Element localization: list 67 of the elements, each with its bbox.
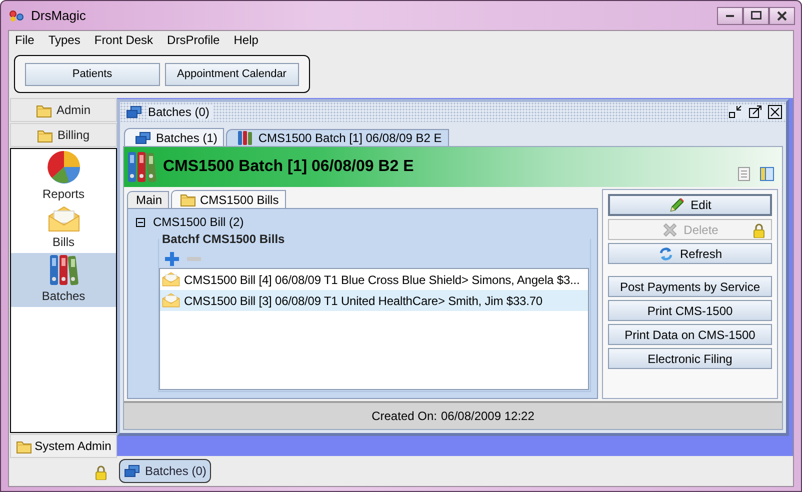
x-icon	[662, 222, 678, 238]
frame-tab[interactable]: CMS1500 Batch [1] 06/08/09 B2 E	[226, 129, 449, 146]
frame-title: Batches (0)	[148, 105, 214, 119]
window-title: DrsMagic	[31, 8, 86, 23]
toolbar-button[interactable]: Appointment Calendar	[164, 62, 299, 86]
close-button[interactable]	[769, 6, 795, 24]
nav-item[interactable]: Batches	[11, 253, 116, 307]
menu-item[interactable]: DrsProfile	[167, 33, 220, 51]
action-button[interactable]: Print Data on CMS-1500	[608, 324, 772, 345]
tree-node[interactable]: CMS1500 Bill (2)	[153, 215, 244, 229]
menu-item[interactable]: Help	[234, 33, 258, 51]
menu-item[interactable]: Front Desk	[94, 33, 154, 51]
folder-icon	[37, 128, 54, 142]
app-logo-icon	[9, 10, 25, 22]
restore-icon[interactable]	[728, 105, 742, 119]
nav-section[interactable]: Billing	[10, 123, 117, 147]
envelope-icon	[48, 206, 80, 232]
collapse-icon[interactable]	[136, 218, 145, 226]
frame-tab[interactable]: Batches (1)	[124, 128, 224, 146]
windows-icon	[135, 132, 151, 144]
windows-icon	[126, 106, 142, 118]
maximize-icon	[750, 11, 762, 20]
record-title: CMS1500 Batch [1] 06/08/09 B2 E	[163, 158, 414, 176]
folder-icon	[180, 192, 196, 207]
status-label: Created On:	[372, 409, 437, 423]
action-button[interactable]: Print CMS-1500	[608, 300, 772, 321]
action-button[interactable]: Electronic Filing	[608, 348, 772, 369]
bill-text: CMS1500 Bill [4] 06/08/09 T1 Blue Cross Blue Shield> Simons, Angela $3...	[184, 272, 580, 286]
binders-icon	[48, 254, 78, 286]
document-icon[interactable]	[738, 167, 750, 181]
bill-text: CMS1500 Bill [3] 06/08/09 T1 United HealthCare> Smith, Jim $33.70	[184, 294, 542, 308]
envelope-icon	[162, 293, 180, 308]
section-tab[interactable]: CMS1500 Bills	[171, 190, 286, 208]
padlock-icon	[753, 223, 765, 238]
nav-section[interactable]: Admin	[10, 98, 117, 122]
menu-item[interactable]: Types	[48, 33, 80, 51]
close-icon	[777, 10, 787, 20]
menu-item[interactable]: File	[15, 33, 34, 51]
maximize-button[interactable]	[743, 6, 769, 24]
folder-icon	[16, 438, 32, 454]
minimize-button[interactable]	[717, 6, 743, 24]
minimize-icon	[726, 14, 734, 16]
action-button[interactable]: Edit	[608, 194, 772, 216]
action-button[interactable]: Refresh	[608, 243, 772, 264]
list-row[interactable]: CMS1500 Bill [4] 06/08/09 T1 Blue Cross Blue Shield> Simons, Angela $3...	[160, 269, 588, 290]
pencil-icon	[668, 197, 685, 213]
status-value: 06/08/2009 12:22	[440, 409, 534, 423]
action-button[interactable]: Post Payments by Service	[608, 276, 772, 297]
folder-icon	[36, 102, 52, 118]
add-icon[interactable]	[165, 252, 179, 266]
close-icon[interactable]	[768, 105, 782, 119]
nav-item[interactable]: Bills	[11, 205, 116, 253]
pie-chart-icon	[46, 150, 80, 184]
windows-icon	[124, 465, 140, 477]
panel-layout-icon[interactable]	[760, 167, 774, 181]
envelope-icon	[162, 272, 180, 287]
padlock-icon	[95, 464, 107, 480]
taskbar-button[interactable]: Batches (0)	[119, 459, 212, 483]
toolbar-button[interactable]: Patients	[25, 62, 160, 86]
nav-item[interactable]: Reports	[11, 149, 116, 205]
maximize-icon[interactable]	[748, 105, 762, 119]
binders-icon	[237, 130, 254, 146]
nav-section[interactable]: System Admin	[10, 434, 117, 458]
refresh-icon	[658, 246, 674, 262]
section-tab[interactable]: Main	[127, 191, 170, 208]
binders-icon	[127, 151, 157, 183]
list-row[interactable]: CMS1500 Bill [3] 06/08/09 T1 United HealthCare> Smith, Jim $33.70	[160, 290, 588, 311]
